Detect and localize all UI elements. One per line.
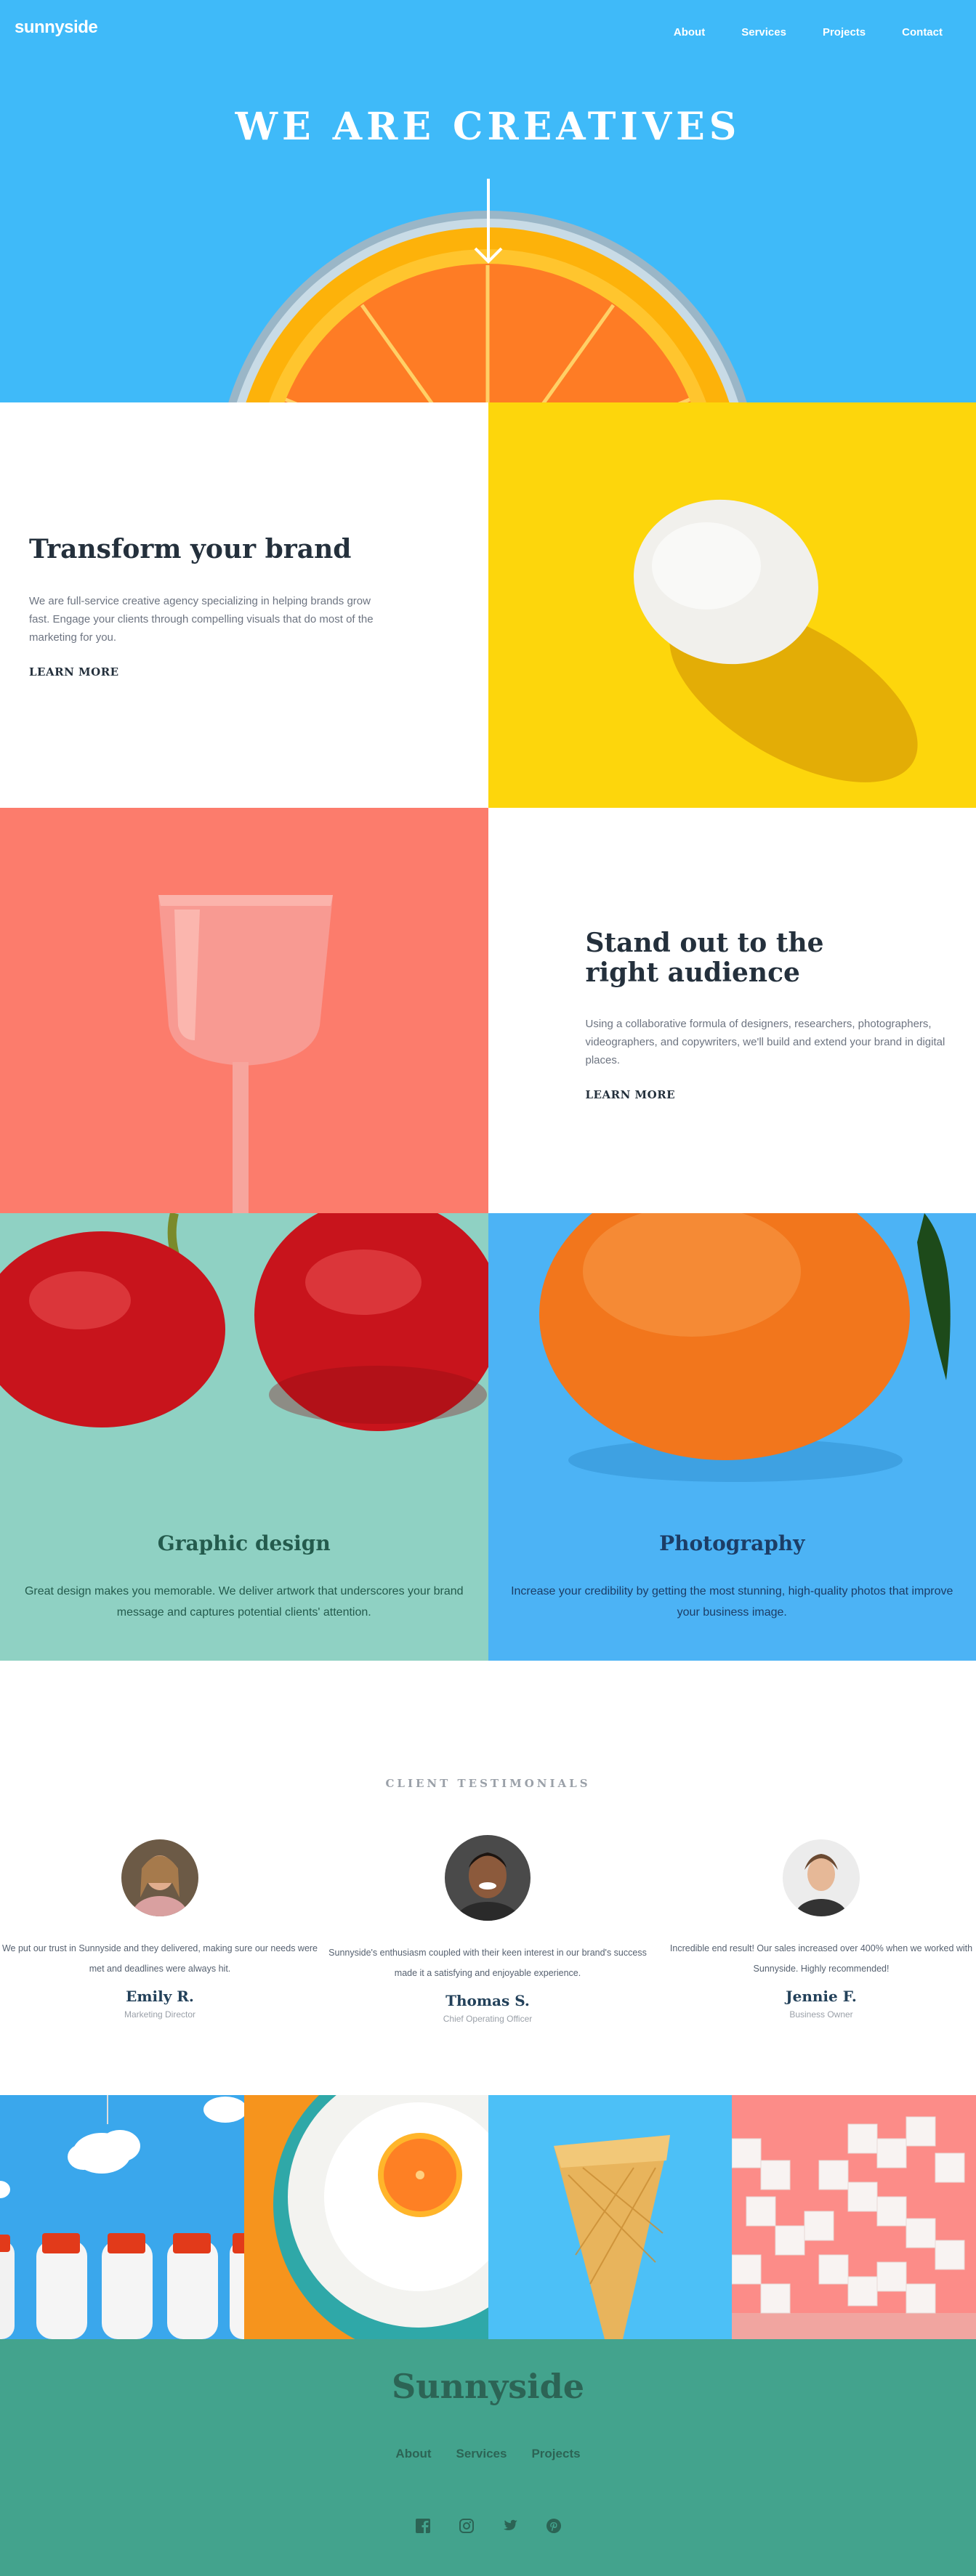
standout-text: Using a collaborative formula of designe… xyxy=(586,1015,956,1069)
testimonial-name: Emily R. xyxy=(0,1988,320,2005)
footer-nav: About Services Projects xyxy=(0,2447,976,2461)
testimonials-heading: CLIENT TESTIMONIALS xyxy=(0,1777,976,1790)
photography-text: Increase your credibility by getting the… xyxy=(503,1581,962,1623)
standout-section: Stand out to the right audience Using a … xyxy=(0,808,976,1213)
testimonial-card: Incredible end result! Our sales increas… xyxy=(661,1839,976,2020)
transform-text: We are full-service creative agency spec… xyxy=(29,592,392,647)
gallery-ice-cream-cone-image xyxy=(488,2095,733,2339)
testimonial-quote: Incredible end result! Our sales increas… xyxy=(661,1938,976,1979)
gallery-orange-plate-image xyxy=(244,2095,488,2339)
nav-services[interactable]: Services xyxy=(741,26,786,39)
testimonial-quote: We put our trust in Sunnyside and they d… xyxy=(0,1938,320,1979)
gallery-sugar-cubes-image xyxy=(732,2095,976,2339)
main-nav: About Services Projects Contact xyxy=(674,26,943,39)
standout-title: Stand out to the right audience xyxy=(586,928,891,989)
hero-title: WE ARE CREATIVES xyxy=(0,105,976,149)
transform-text-block: Transform your brand We are full-service… xyxy=(0,402,488,808)
standout-learn-more-link[interactable]: LEARN MORE xyxy=(586,1088,676,1101)
testimonial-card: Sunnyside's enthusiasm coupled with thei… xyxy=(328,1835,648,2024)
site-logo[interactable]: sunnyside xyxy=(15,17,97,38)
avatar xyxy=(445,1835,531,1921)
nav-projects[interactable]: Projects xyxy=(823,26,866,39)
testimonial-quote: Sunnyside's enthusiasm coupled with thei… xyxy=(328,1943,648,1983)
arrow-down-icon[interactable] xyxy=(474,179,503,268)
testimonials-section: CLIENT TESTIMONIALS We put our trust in … xyxy=(0,1661,976,2095)
pinterest-icon[interactable] xyxy=(546,2518,562,2534)
graphic-design-title: Graphic design xyxy=(0,1531,488,1555)
gallery-milk-bottles-image xyxy=(0,2095,244,2339)
testimonial-name: Jennie F. xyxy=(661,1988,976,2005)
avatar xyxy=(121,1839,198,1916)
social-links xyxy=(0,2518,976,2534)
graphic-design-text: Great design makes you memorable. We del… xyxy=(15,1581,474,1623)
photography-title: Photography xyxy=(488,1531,976,1555)
glass-image xyxy=(0,808,488,1213)
footer-logo[interactable]: Sunnyside xyxy=(0,2367,976,2406)
egg-image xyxy=(488,402,976,808)
testimonial-role: Marketing Director xyxy=(0,2009,320,2020)
twitter-icon[interactable] xyxy=(502,2518,518,2534)
footer: Sunnyside About Services Projects xyxy=(0,2339,976,2576)
footer-nav-projects[interactable]: Projects xyxy=(531,2447,580,2461)
photography-card: Photography Increase your credibility by… xyxy=(488,1213,976,1661)
nav-about[interactable]: About xyxy=(674,26,705,39)
graphic-design-card: Graphic design Great design makes you me… xyxy=(0,1213,488,1661)
testimonial-role: Chief Operating Officer xyxy=(328,2014,648,2024)
nav-contact[interactable]: Contact xyxy=(902,26,943,39)
facebook-icon[interactable] xyxy=(415,2518,431,2534)
services-section: Graphic design Great design makes you me… xyxy=(0,1213,976,1661)
transform-section: Transform your brand We are full-service… xyxy=(0,402,976,808)
hero-section: sunnyside About Services Projects Contac… xyxy=(0,0,976,402)
gallery-section xyxy=(0,2095,976,2339)
footer-nav-services[interactable]: Services xyxy=(456,2447,507,2461)
transform-learn-more-link[interactable]: LEARN MORE xyxy=(29,665,119,679)
footer-nav-about[interactable]: About xyxy=(395,2447,431,2461)
instagram-icon[interactable] xyxy=(459,2518,475,2534)
testimonial-name: Thomas S. xyxy=(328,1992,648,2009)
avatar xyxy=(783,1839,860,1916)
transform-title: Transform your brand xyxy=(29,535,488,564)
standout-text-block: Stand out to the right audience Using a … xyxy=(488,808,976,1213)
testimonial-card: We put our trust in Sunnyside and they d… xyxy=(0,1839,320,2020)
testimonial-role: Business Owner xyxy=(661,2009,976,2020)
